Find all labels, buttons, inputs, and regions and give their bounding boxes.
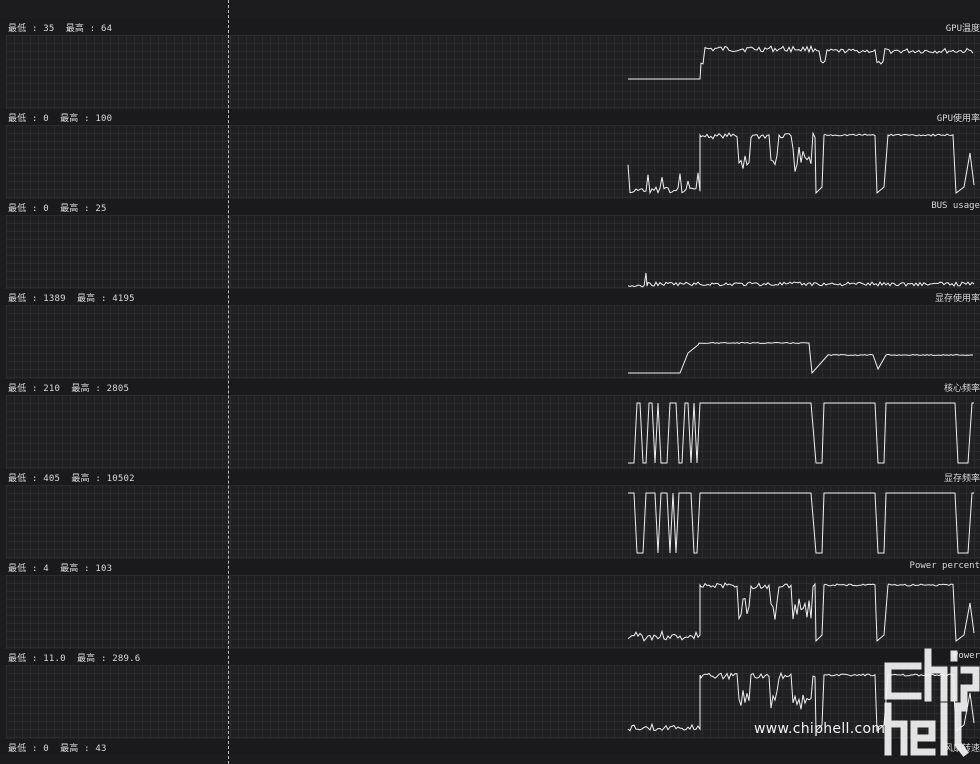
lane-graph-memory-clock[interactable] — [6, 485, 980, 559]
lane-title: 显存使用率 — [934, 294, 980, 304]
trace-line-gpu-temp — [628, 44, 974, 80]
lane-header-power-percent: 最低 : 4 最高 : 103 Power percent — [0, 559, 980, 575]
lane-range-label: 最低 : 35 最高 : 64 — [8, 24, 113, 34]
trace-line-core-clock — [628, 402, 974, 464]
lane-range-label: 最低 : 1389 最高 : 4195 — [8, 294, 135, 304]
trace-line-power-percent — [627, 582, 975, 643]
lane-header-memory-clock: 最低 : 405 最高 : 10502 显存频率 — [0, 469, 980, 485]
lane-range-label: 最低 : 0 最高 : 43 — [8, 744, 107, 754]
trace-line-bus-usage — [627, 272, 975, 288]
lane-range-label: 最低 : 405 最高 : 10502 — [8, 474, 135, 484]
lane-graph-power-percent[interactable] — [6, 575, 980, 649]
lane-range-label: 最低 : 11.0 最高 : 289.6 — [8, 654, 141, 664]
trace-line-vram-usage — [628, 341, 974, 375]
trace-line-memory-clock — [628, 492, 974, 554]
lane-title: 核心频率 — [943, 384, 980, 394]
trace-line-gpu-usage — [627, 131, 975, 195]
lane-range-label: 最低 : 210 最高 : 2805 — [8, 384, 130, 394]
lane-graph-gpu-usage[interactable] — [6, 125, 980, 199]
lane-title: BUS usage — [931, 201, 980, 211]
lane-range-label: 最低 : 0 最高 : 25 — [8, 204, 107, 214]
lane-header-gpu-temp: 最低 : 35 最高 : 64 GPU温度 — [0, 19, 980, 35]
lane-range-label: 最低 : 4 最高 : 103 — [8, 564, 113, 574]
lane-graph-vram-usage[interactable] — [6, 305, 980, 379]
lane-title: 显存频率 — [943, 474, 980, 484]
lane-header-gpu-usage: 最低 : 0 最高 : 100 GPU使用率 — [0, 109, 980, 125]
lane-title: GPU温度 — [945, 24, 980, 34]
lane-title: GPU使用率 — [936, 114, 980, 124]
lane-header-bus-usage: 最低 : 0 最高 : 25 BUS usage — [0, 199, 980, 215]
lane-graph-gpu-temp[interactable] — [6, 35, 980, 109]
lane-range-label: 最低 : 0 最高 : 100 — [8, 114, 113, 124]
watermark-url: www.chiphell.com — [754, 721, 886, 737]
chiphell-logo-icon — [884, 648, 980, 757]
lane-header-vram-usage: 最低 : 1389 最高 : 4195 显存使用率 — [0, 289, 980, 305]
lane-graph-bus-usage[interactable] — [6, 215, 980, 289]
time-cursor-line[interactable] — [228, 0, 229, 764]
lane-title: Power percent — [909, 561, 980, 571]
lane-graph-core-clock[interactable] — [6, 395, 980, 469]
lane-header-core-clock: 最低 : 210 最高 : 2805 核心频率 — [0, 379, 980, 395]
